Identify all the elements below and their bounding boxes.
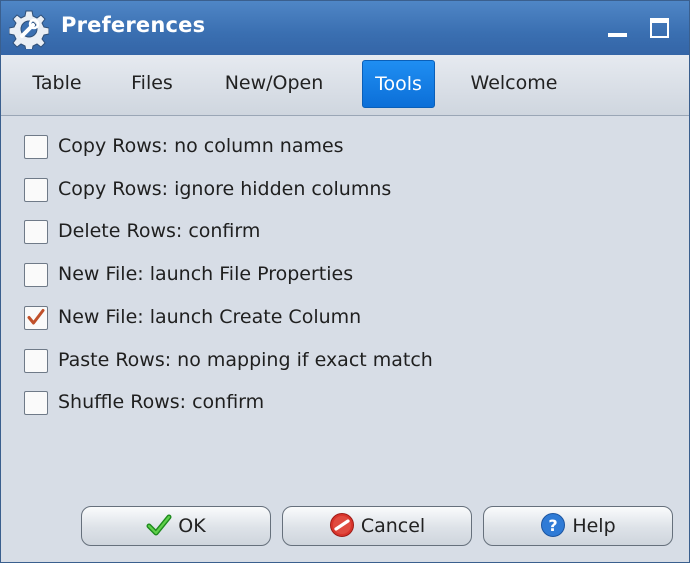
checkmark-icon xyxy=(27,309,45,325)
title-bar[interactable]: Preferences xyxy=(1,1,689,55)
option-label: New File: launch Create Column xyxy=(58,306,362,328)
ok-label: OK xyxy=(178,515,206,537)
cancel-button[interactable]: Cancel xyxy=(282,506,472,546)
tab-tools[interactable]: Tools xyxy=(362,60,435,108)
help-label: Help xyxy=(572,515,616,537)
option-label: Delete Rows: confirm xyxy=(58,220,261,242)
checkbox[interactable] xyxy=(24,135,48,159)
option-label: Copy Rows: ignore hidden columns xyxy=(58,178,392,200)
ok-button[interactable]: OK xyxy=(81,506,271,546)
option-label: New File: launch File Properties xyxy=(58,263,354,285)
tab-welcome[interactable]: Welcome xyxy=(459,60,569,106)
tab-bar: Table Files New/Open Tools Welcome xyxy=(1,55,689,116)
option-label: Shuffle Rows: confirm xyxy=(58,391,265,413)
checkbox[interactable] xyxy=(24,263,48,287)
green-check-icon xyxy=(146,514,172,535)
tools-options-panel: Copy Rows: no column names Copy Rows: ig… xyxy=(1,116,689,501)
tab-files[interactable]: Files xyxy=(119,60,185,106)
checkbox[interactable] xyxy=(24,220,48,244)
maximize-icon xyxy=(650,18,669,38)
checkbox[interactable] xyxy=(24,391,48,415)
maximize-button[interactable] xyxy=(647,15,673,41)
checkbox[interactable] xyxy=(24,349,48,373)
checkbox-checked[interactable] xyxy=(24,306,48,330)
tab-new-open[interactable]: New/Open xyxy=(213,60,335,106)
option-label: Paste Rows: no mapping if exact match xyxy=(58,349,433,371)
minimize-icon xyxy=(608,33,627,37)
minimize-button[interactable] xyxy=(605,15,631,41)
help-button[interactable]: ? Help xyxy=(483,506,673,546)
option-label: Copy Rows: no column names xyxy=(58,135,344,157)
checkbox[interactable] xyxy=(24,178,48,202)
tab-table[interactable]: Table xyxy=(19,60,95,106)
window-title: Preferences xyxy=(61,13,206,37)
cancel-label: Cancel xyxy=(360,515,426,537)
svg-text:?: ? xyxy=(549,516,558,535)
gear-wrench-icon xyxy=(8,9,50,52)
red-cancel-icon xyxy=(329,512,354,537)
question-icon: ? xyxy=(541,512,566,537)
preferences-window: Preferences Table Files New/Open Tools W… xyxy=(0,0,690,563)
